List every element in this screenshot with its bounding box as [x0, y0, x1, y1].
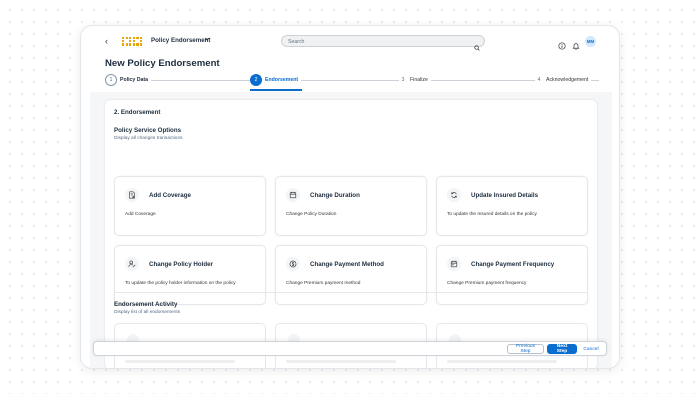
- app-title[interactable]: Policy Endorsement: [151, 37, 211, 44]
- stepper-line: [112, 80, 599, 81]
- logo-dot: [122, 37, 125, 40]
- step-acknowledgement[interactable]: 4 Acknowledgement: [535, 74, 592, 86]
- wizard-stepper: 1 Policy Data 2 Endorsement 3 Finalize 4…: [81, 74, 619, 91]
- option-card-change-duration[interactable]: Change Duration Change Policy Duration: [275, 176, 427, 236]
- logo-dot: [129, 37, 132, 40]
- company-logo: [122, 37, 144, 46]
- card-title: Add Coverage: [149, 192, 191, 199]
- card-description: To update the policy holder information …: [125, 281, 236, 286]
- chevron-down-icon[interactable]: [204, 36, 210, 44]
- logo-dot: [122, 43, 125, 46]
- card-title: Change Payment Frequency: [471, 261, 555, 268]
- avatar[interactable]: MM: [585, 36, 596, 47]
- card-description: Add Coverage: [125, 212, 156, 217]
- logo-dot: [136, 43, 139, 46]
- step-finalize[interactable]: 3 Finalize: [399, 74, 431, 86]
- step-number: 2: [250, 74, 262, 86]
- page-title: New Policy Endorsement: [105, 58, 220, 69]
- card-title: Change Payment Method: [310, 261, 384, 268]
- add-document-icon: [125, 188, 139, 202]
- step-number: 4: [535, 74, 543, 86]
- logo-dot: [122, 40, 125, 43]
- activity-text-placeholder: [286, 360, 396, 363]
- section-title: 2. Endorsement: [114, 109, 161, 116]
- option-card-change-payment-frequency[interactable]: Change Payment Frequency Change Premium …: [436, 245, 588, 305]
- options-subtitle: Display all changes transactions: [114, 136, 183, 141]
- logo-dot: [140, 40, 143, 43]
- search-icon[interactable]: [474, 38, 480, 51]
- next-step-button[interactable]: Next Step: [547, 344, 577, 354]
- logo-dot: [132, 43, 136, 46]
- card-description: Change Premium payment method: [286, 281, 361, 286]
- refresh-icon: [447, 188, 461, 202]
- user-edit-icon: [125, 257, 139, 271]
- logo-dot: [140, 37, 143, 40]
- activity-text-placeholder: [125, 360, 235, 363]
- previous-step-button[interactable]: Previous Step: [507, 344, 544, 354]
- logo-dot: [132, 40, 136, 43]
- card-description: Change Premium payment frequency: [447, 281, 527, 286]
- endorsement-panel: 2. Endorsement Policy Service Options Di…: [105, 100, 597, 368]
- search-field[interactable]: Search: [281, 35, 485, 51]
- section-divider: [114, 292, 588, 293]
- card-description: To update the Insured details on the pol…: [447, 212, 537, 217]
- options-title: Policy Service Options: [114, 127, 182, 134]
- option-card-update-insured[interactable]: Update Insured Details To update the Ins…: [436, 176, 588, 236]
- step-number: 3: [399, 74, 407, 86]
- logo-dot: [125, 37, 128, 40]
- wizard-footer: Previous Step Next Step Cancel: [93, 341, 607, 356]
- calendar-icon: [286, 188, 300, 202]
- step-label: Endorsement: [265, 77, 299, 83]
- logo-dot: [136, 37, 139, 40]
- option-card-add-coverage[interactable]: Add Coverage Add Coverage: [114, 176, 266, 236]
- bell-icon[interactable]: [572, 37, 580, 50]
- logo-dot: [129, 43, 132, 46]
- logo-dot: [125, 43, 128, 46]
- option-card-change-payment-method[interactable]: Change Payment Method Change Premium pay…: [275, 245, 427, 305]
- card-description: Change Policy Duration: [286, 212, 337, 217]
- option-card-change-policy-holder[interactable]: Change Policy Holder To update the polic…: [114, 245, 266, 305]
- app-window: ‹ Policy Endorsement Search MM New Polic…: [80, 25, 620, 369]
- activity-text-placeholder: [447, 360, 557, 363]
- step-endorsement[interactable]: 2 Endorsement: [250, 74, 302, 86]
- active-step-indicator: [250, 89, 302, 91]
- cancel-button[interactable]: Cancel: [580, 344, 602, 354]
- logo-dot: [132, 37, 136, 40]
- calendar-frequency-icon: [447, 257, 461, 271]
- info-icon[interactable]: [558, 37, 566, 50]
- card-title: Update Insured Details: [471, 192, 539, 199]
- step-label: Policy Data: [120, 77, 148, 83]
- card-title: Change Policy Holder: [149, 261, 213, 268]
- logo-dot: [140, 43, 143, 46]
- search-input[interactable]: Search: [288, 39, 304, 45]
- step-policy-data[interactable]: 1 Policy Data: [105, 74, 151, 86]
- step-label: Finalize: [410, 77, 428, 83]
- step-number: 1: [105, 74, 117, 86]
- card-title: Change Duration: [310, 192, 360, 199]
- shell-bar: ‹ Policy Endorsement Search MM: [81, 26, 619, 57]
- logo-dot: [129, 40, 132, 43]
- activity-subtitle: Display list of all endorsements: [114, 310, 181, 315]
- step-label: Acknowledgement: [546, 77, 589, 83]
- activity-title: Endorsement Activity: [114, 301, 178, 308]
- money-icon: [286, 257, 300, 271]
- back-button[interactable]: ‹: [105, 36, 108, 46]
